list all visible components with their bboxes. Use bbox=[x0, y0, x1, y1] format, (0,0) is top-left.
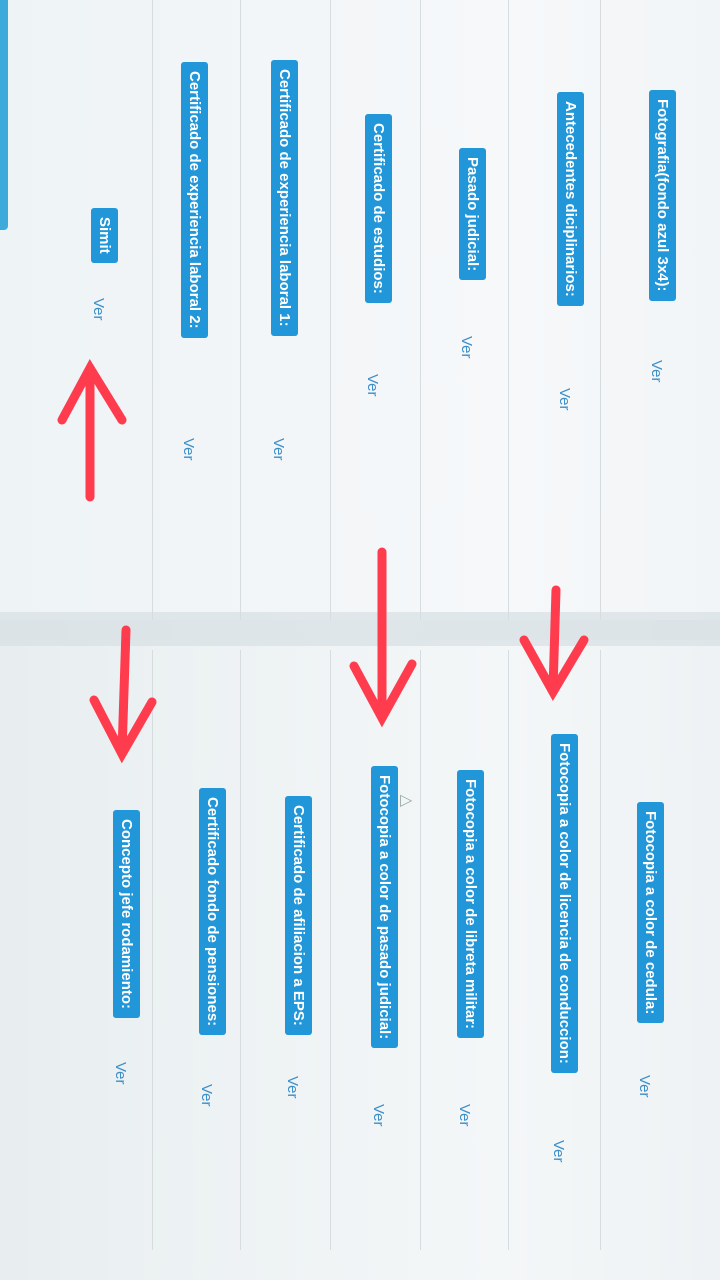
ver-fotocopia-pasado-judicial-link[interactable]: Ver bbox=[369, 1104, 388, 1127]
ver-concepto-jefe-link[interactable]: Ver bbox=[111, 1062, 130, 1085]
row-divider bbox=[508, 650, 509, 1250]
row-divider bbox=[330, 650, 331, 1250]
label-afiliacion-eps: Certificado de afiliacion a EPS: bbox=[285, 796, 312, 1035]
ver-fondo-pensiones-link[interactable]: Ver bbox=[197, 1084, 216, 1107]
row-divider bbox=[152, 650, 153, 1250]
label-experiencia-laboral-1: Certificado de experiencia laboral 1: bbox=[271, 60, 298, 336]
ver-experiencia-laboral-1-link[interactable]: Ver bbox=[269, 438, 288, 461]
label-fotocopia-libreta-militar: Fotocopia a color de libreta militar: bbox=[457, 770, 484, 1039]
label-fotocopia-cedula: Fotocopia a color de cedula: bbox=[637, 802, 664, 1024]
row-divider bbox=[600, 650, 601, 1250]
mouse-cursor-icon: ▷ bbox=[400, 792, 413, 809]
ver-eps-link[interactable]: Ver bbox=[283, 1076, 302, 1099]
ver-licencia-link[interactable]: Ver bbox=[549, 1140, 568, 1163]
row-divider bbox=[152, 0, 153, 620]
label-fondo-pensiones: Certificado fondo de pensiones: bbox=[199, 788, 226, 1036]
ver-antecedentes-link[interactable]: Ver bbox=[555, 388, 574, 411]
ver-libreta-militar-link[interactable]: Ver bbox=[455, 1104, 474, 1127]
ver-experiencia-laboral-2-link[interactable]: Ver bbox=[179, 438, 198, 461]
label-simit: Simit bbox=[91, 208, 118, 263]
ver-pasado-judicial-link[interactable]: Ver bbox=[457, 336, 476, 359]
label-fotocopia-licencia-conduccion: Fotocopia a color de licencia de conducc… bbox=[551, 734, 578, 1073]
ver-simit-link[interactable]: Ver bbox=[89, 298, 108, 321]
row-divider bbox=[240, 0, 241, 620]
row-divider bbox=[420, 650, 421, 1250]
label-fotocopia-pasado-judicial: Fotocopia a color de pasado judicial: bbox=[371, 766, 398, 1049]
label-certificado-estudios: Certificado de estudios: bbox=[365, 114, 392, 303]
ver-fotografia-link[interactable]: Ver bbox=[647, 360, 666, 383]
ver-cedula-link[interactable]: Ver bbox=[635, 1075, 654, 1098]
row-divider bbox=[330, 0, 331, 620]
side-tab bbox=[0, 0, 8, 230]
panel-divider bbox=[0, 612, 720, 646]
label-fotografia: Fotografia(fondo azul 3x4): bbox=[649, 90, 676, 301]
documents-panel-top bbox=[0, 0, 720, 620]
ver-certificado-estudios-link[interactable]: Ver bbox=[363, 374, 382, 397]
row-divider bbox=[420, 0, 421, 620]
label-concepto-jefe-rodamiento: Concepto jefe rodamiento: bbox=[113, 810, 140, 1019]
row-divider bbox=[600, 0, 601, 620]
label-pasado-judicial: Pasado judicial: bbox=[459, 148, 486, 281]
label-antecedentes-diciplinarios: Antecedentes diciplinarios: bbox=[557, 92, 584, 306]
row-divider bbox=[240, 650, 241, 1250]
row-divider bbox=[508, 0, 509, 620]
label-experiencia-laboral-2: Certificado de experiencia laboral 2: bbox=[181, 62, 208, 338]
documents-panel-bottom bbox=[0, 640, 720, 1280]
